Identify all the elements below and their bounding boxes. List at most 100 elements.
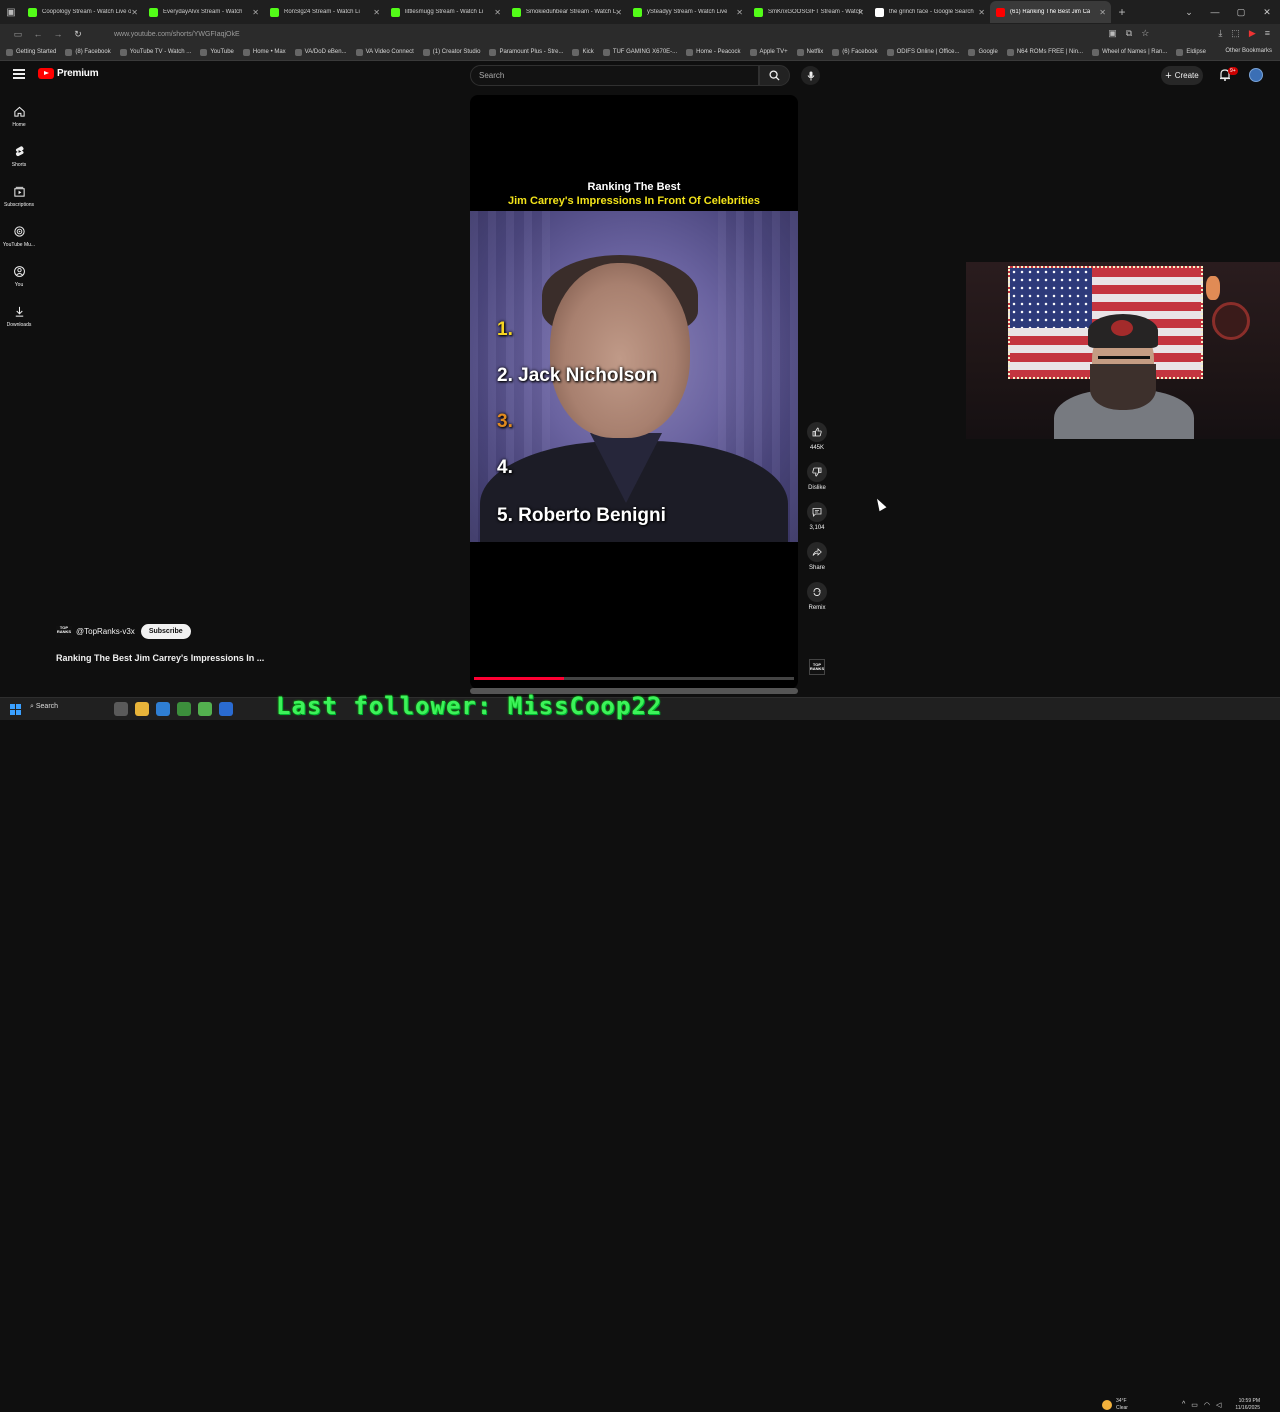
new-tab-button[interactable]: + (1111, 5, 1133, 19)
task-view-icon[interactable] (114, 702, 128, 716)
comments-button[interactable]: 3,104 (804, 502, 830, 531)
wifi-icon[interactable]: ◠ (1204, 1401, 1210, 1409)
forward-button[interactable]: → (48, 29, 68, 39)
browser-menu-icon[interactable]: ≡ (1265, 28, 1270, 39)
bookmark-item[interactable]: Home • Max (242, 48, 286, 56)
bookmark-item[interactable]: (1) Creator Studio (422, 48, 480, 56)
bookmark-item[interactable]: TUF GAMING X670E-... (602, 48, 677, 56)
tab-close-icon[interactable]: ✕ (736, 8, 743, 17)
extension-puzzle-icon[interactable]: ⬚ (1231, 28, 1240, 39)
file-explorer-icon[interactable] (135, 702, 149, 716)
bookmark-item[interactable]: Getting Started (6, 48, 56, 56)
network-icon[interactable]: ▭ (1191, 1401, 1198, 1409)
voice-search-button[interactable] (801, 66, 820, 85)
extensions-icon[interactable]: ⧉ (1126, 28, 1132, 39)
bookmark-favicon-icon (572, 48, 580, 56)
back-button[interactable]: ← (28, 29, 48, 39)
browser-tab[interactable]: SmKnxGOOSGIFT Stream - Watch ✕ (748, 1, 869, 23)
bookmark-item[interactable]: VA/DoD eBen... (294, 48, 347, 56)
sidenav-item-you[interactable]: You (0, 256, 38, 296)
search-button[interactable] (759, 65, 790, 86)
bookmark-favicon-icon (242, 48, 250, 56)
taskbar-clock[interactable]: 10:59 PM 11/16/2025 (1230, 1398, 1260, 1412)
bookmark-item[interactable]: Kick (572, 48, 594, 56)
sidenav-item-downloads[interactable]: Downloads (0, 296, 38, 336)
bookmark-item[interactable]: Home - Peacock (686, 48, 741, 56)
bookmark-item[interactable]: Google (968, 48, 998, 56)
sidenav-item-youtube-mu[interactable]: YouTube Mu... (0, 216, 38, 256)
bookmark-item[interactable]: YouTube (200, 48, 234, 56)
tab-close-icon[interactable]: ✕ (1099, 8, 1106, 17)
taskbar-search[interactable]: ⌕ Search (30, 703, 58, 711)
url-field[interactable]: www.youtube.com/shorts/YWGFIaqjOkE (114, 31, 240, 38)
channel-logo-thumbnail[interactable]: TOP RANKS (809, 659, 825, 675)
sidenav-item-home[interactable]: Home (0, 96, 38, 136)
browser-tab[interactable]: EverydayAlvx Stream - Watch ✕ (143, 1, 264, 23)
tab-close-icon[interactable]: ✕ (857, 8, 864, 17)
app-icon-2[interactable] (219, 702, 233, 716)
bookmark-item[interactable]: Eldipse (1176, 48, 1206, 56)
browser-tab[interactable]: Smokieduhbear Stream - Watch L ✕ (506, 1, 627, 23)
screenshot-icon[interactable]: ▣ (1108, 28, 1117, 39)
tray-chevron-icon[interactable]: ^ (1182, 1401, 1185, 1409)
search-input[interactable]: Search (470, 65, 759, 86)
bookmark-item[interactable]: YouTube TV - Watch ... (119, 48, 191, 56)
bookmark-item[interactable]: N64 ROMs FREE | Nin... (1006, 48, 1083, 56)
tab-close-icon[interactable]: ✕ (615, 8, 622, 17)
bookmark-star-icon[interactable]: ☆ (1141, 28, 1149, 39)
other-bookmarks[interactable]: Other Bookmarks (1225, 48, 1272, 54)
browser-tab[interactable]: the grinch face - Google Search ✕ (869, 1, 990, 23)
browser-tab[interactable]: littlesmugg Stream - Watch Li ✕ (385, 1, 506, 23)
browser-tab[interactable]: RonSlg24 Stream - Watch Li ✕ (264, 1, 385, 23)
browser-tab[interactable]: ySteadyy Stream - Watch Live ✕ (627, 1, 748, 23)
account-avatar[interactable] (1249, 68, 1263, 82)
app-icon[interactable] (198, 702, 212, 716)
bookmark-item[interactable]: (8) Facebook (65, 48, 111, 56)
bookmark-item[interactable]: Paramount Plus - Stre... (489, 48, 563, 56)
tab-close-icon[interactable]: ✕ (373, 8, 380, 17)
taskbar-weather[interactable]: 34°F Clear (1102, 1398, 1128, 1412)
tab-search-icon[interactable]: ⌄ (1176, 7, 1202, 18)
tab-close-icon[interactable]: ✕ (131, 8, 138, 17)
downloads-icon[interactable]: ⤓ (1218, 28, 1222, 39)
create-button[interactable]: + Create (1161, 66, 1203, 85)
bookmark-item[interactable]: Apple TV+ (749, 48, 788, 56)
channel-name[interactable]: @TopRanks-v3x (76, 627, 135, 636)
remix-button[interactable]: Remix (804, 582, 830, 611)
hamburger-menu-icon[interactable] (13, 69, 25, 79)
short-title[interactable]: Ranking The Best Jim Carrey's Impression… (56, 653, 264, 663)
sidenav-item-subscriptions[interactable]: Subscriptions (0, 176, 38, 216)
tab-close-icon[interactable]: ✕ (978, 8, 985, 17)
store-icon[interactable] (156, 702, 170, 716)
channel-avatar[interactable]: TOP RANKS (56, 625, 72, 638)
xbox-icon[interactable] (177, 702, 191, 716)
record-icon[interactable]: ▶ (1249, 28, 1256, 39)
sidebar-toggle-icon[interactable]: ▭ (8, 29, 28, 40)
bookmark-item[interactable]: Wheel of Names | Ran... (1092, 48, 1167, 56)
share-button[interactable]: Share (804, 542, 830, 571)
youtube-music-icon (13, 225, 25, 237)
browser-tab[interactable]: Coopology Stream - Watch Live o ✕ (22, 1, 143, 23)
youtube-premium-logo[interactable]: Premium (38, 68, 99, 79)
windows-start-icon[interactable] (10, 704, 21, 715)
tab-close-icon[interactable]: ✕ (494, 8, 501, 17)
volume-icon[interactable]: ◁ (1216, 1401, 1221, 1409)
bookmark-item[interactable]: Netflix (796, 48, 823, 56)
like-button[interactable]: 445K (804, 422, 830, 451)
minimize-button[interactable]: — (1202, 7, 1228, 17)
close-window-button[interactable]: ✕ (1254, 7, 1280, 18)
dislike-button[interactable]: Dislike (804, 462, 830, 491)
maximize-button[interactable]: ▢ (1228, 7, 1254, 18)
reload-button[interactable]: ↻ (68, 29, 88, 40)
tab-close-icon[interactable]: ✕ (252, 8, 259, 17)
bookmark-item[interactable]: (6) Facebook (832, 48, 878, 56)
shorts-player[interactable]: Ranking The Best Jim Carrey's Impression… (470, 95, 798, 689)
browser-tab[interactable]: (61) Ranking The Best Jim Ca ✕ (990, 1, 1111, 23)
sidenav-item-shorts[interactable]: Shorts (0, 136, 38, 176)
bookmark-item[interactable]: ODIFS Online | Office... (886, 48, 959, 56)
video-progress-bar[interactable] (474, 677, 794, 680)
tab-actions-icon[interactable]: ▣ (0, 0, 22, 24)
bookmark-item[interactable]: VA Video Connect (355, 48, 414, 56)
subscribe-button[interactable]: Subscribe (140, 624, 191, 639)
tab-favicon-icon (754, 7, 763, 17)
